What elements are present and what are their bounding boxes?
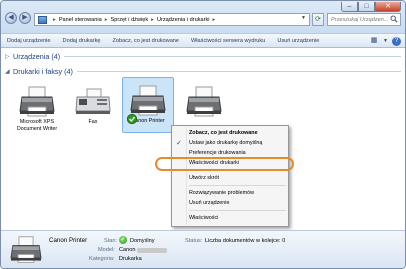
breadcrumb-chevron-icon: ▸ (53, 16, 56, 23)
search-icon[interactable] (390, 15, 398, 23)
window-controls: – □ ✕ (341, 2, 401, 12)
minimize-button[interactable]: – (341, 2, 358, 12)
explorer-window: – □ ✕ ◀ ▶ ▸ Panel sterowania ▸ Sprzęt i … (0, 0, 406, 269)
breadcrumb-item[interactable]: Sprzęt i dźwięk (111, 17, 149, 23)
search-input[interactable]: Przeszukaj Urządzen... (327, 13, 401, 26)
checkmark-icon: ✓ (176, 140, 182, 147)
menu-separator (189, 210, 286, 211)
address-dropdown-icon[interactable]: ▼ (299, 15, 308, 24)
group-divider (64, 56, 401, 57)
expand-arrow-icon[interactable]: ▷ (5, 53, 13, 60)
collapse-arrow-icon[interactable]: ◢ (5, 68, 13, 75)
menu-item-remove-device[interactable]: Usuń urządzenie (189, 200, 229, 206)
breadcrumb-chevron-icon: ▸ (151, 16, 154, 23)
state-label: Stan: (104, 238, 118, 244)
close-button[interactable]: ✕ (375, 2, 401, 12)
print-server-properties-button[interactable]: Właściwości serwera wydruku (185, 38, 271, 44)
navigation-buttons: ◀ ▶ (5, 12, 31, 24)
printer-icon (19, 86, 55, 117)
model-label: Model: (98, 247, 115, 253)
printer-icon (186, 86, 222, 117)
model-value: Canon (119, 247, 136, 253)
breadcrumb-chevron-icon: ▸ (104, 16, 108, 23)
search-placeholder: Przeszukaj Urządzen... (331, 17, 389, 23)
breadcrumb-item[interactable]: Urządzenia i drukarki (157, 17, 210, 23)
add-printer-button[interactable]: Dodaj drukarkę (57, 38, 107, 44)
menu-item-see-whats-printing[interactable]: Zobacz, co jest drukowane (189, 130, 258, 136)
view-dropdown-icon[interactable]: ▼ (383, 36, 388, 46)
remove-device-button[interactable]: Usuń urządzenie (271, 38, 325, 44)
control-panel-icon (38, 15, 47, 24)
context-menu: Zobacz, co jest drukowane ✓ Ustaw jako d… (171, 125, 289, 227)
status-value: Liczba dokumentów w kolejce: 0 (205, 238, 286, 244)
printer-label: Document Writer (16, 126, 58, 132)
view-options-icon[interactable]: ▦ (369, 36, 379, 46)
status-ok-icon: ✓ (119, 236, 127, 244)
menu-item-troubleshoot[interactable]: Rozwiązywanie problemów (189, 190, 254, 196)
printer-item-xps[interactable]: Microsoft XPS Document Writer (11, 85, 63, 141)
menu-item-create-shortcut[interactable]: Utwórz skrót (189, 175, 219, 181)
state-value: Domyślny (130, 238, 155, 244)
highlight-annotation (155, 157, 294, 171)
printer-item-fax[interactable]: Fax (67, 85, 119, 141)
category-label: Kategoria: (89, 256, 115, 262)
see-whats-printing-button[interactable]: Zobacz, co jest drukowane (106, 38, 185, 44)
printers-group-title: Drukarki i faksy (4) (13, 67, 73, 76)
breadcrumb-item[interactable]: Panel sterowania (59, 17, 102, 23)
devices-group-title: Urządzenia (4) (13, 52, 61, 61)
fax-icon (75, 88, 111, 114)
breadcrumb-chevron-icon: ▸ (212, 16, 216, 23)
menu-gutter (186, 127, 187, 225)
devices-group-header[interactable]: ▷ Urządzenia (4) (5, 52, 401, 61)
back-arrow-icon[interactable]: ◀ (5, 12, 17, 24)
maximize-button[interactable]: □ (358, 2, 375, 12)
printer-label: Microsoft XPS (19, 119, 55, 125)
command-bar: Dodaj urządzenie Dodaj drukarkę Zobacz, … (1, 33, 405, 48)
command-bar-right: ▦ ▼ ? (369, 36, 401, 46)
printer-item-canon[interactable]: Canon Printer (122, 77, 174, 133)
printer-item-4[interactable] (178, 85, 230, 125)
details-pane: Canon Printer Stan: ✓ Domyślny Model: Ca… (1, 230, 405, 268)
address-bar[interactable]: ▸ Panel sterowania ▸ Sprzęt i dźwięk ▸ U… (34, 13, 310, 26)
category-value: Drukarka (119, 256, 142, 262)
selected-printer-icon (10, 236, 42, 263)
group-divider (76, 71, 401, 72)
menu-separator (189, 185, 286, 186)
add-device-button[interactable]: Dodaj urządzenie (1, 38, 57, 44)
redacted-model-text (137, 248, 167, 253)
refresh-icon[interactable]: ⟳ (312, 13, 324, 26)
status-label: Status: (185, 238, 203, 244)
forward-arrow-icon[interactable]: ▶ (19, 12, 31, 24)
default-check-icon (127, 114, 137, 124)
menu-item-set-default[interactable]: Ustaw jako drukarkę domyślną (189, 140, 262, 146)
title-bar: – □ ✕ ◀ ▶ ▸ Panel sterowania ▸ Sprzęt i … (1, 1, 405, 33)
menu-item-printing-preferences[interactable]: Preferencje drukowania (189, 150, 246, 156)
menu-item-properties[interactable]: Właściwości (189, 215, 218, 221)
printers-group-header[interactable]: ◢ Drukarki i faksy (4) (5, 67, 401, 76)
help-icon[interactable]: ? (392, 36, 401, 46)
details-printer-name: Canon Printer (49, 237, 88, 244)
printer-label: Fax (88, 119, 98, 125)
